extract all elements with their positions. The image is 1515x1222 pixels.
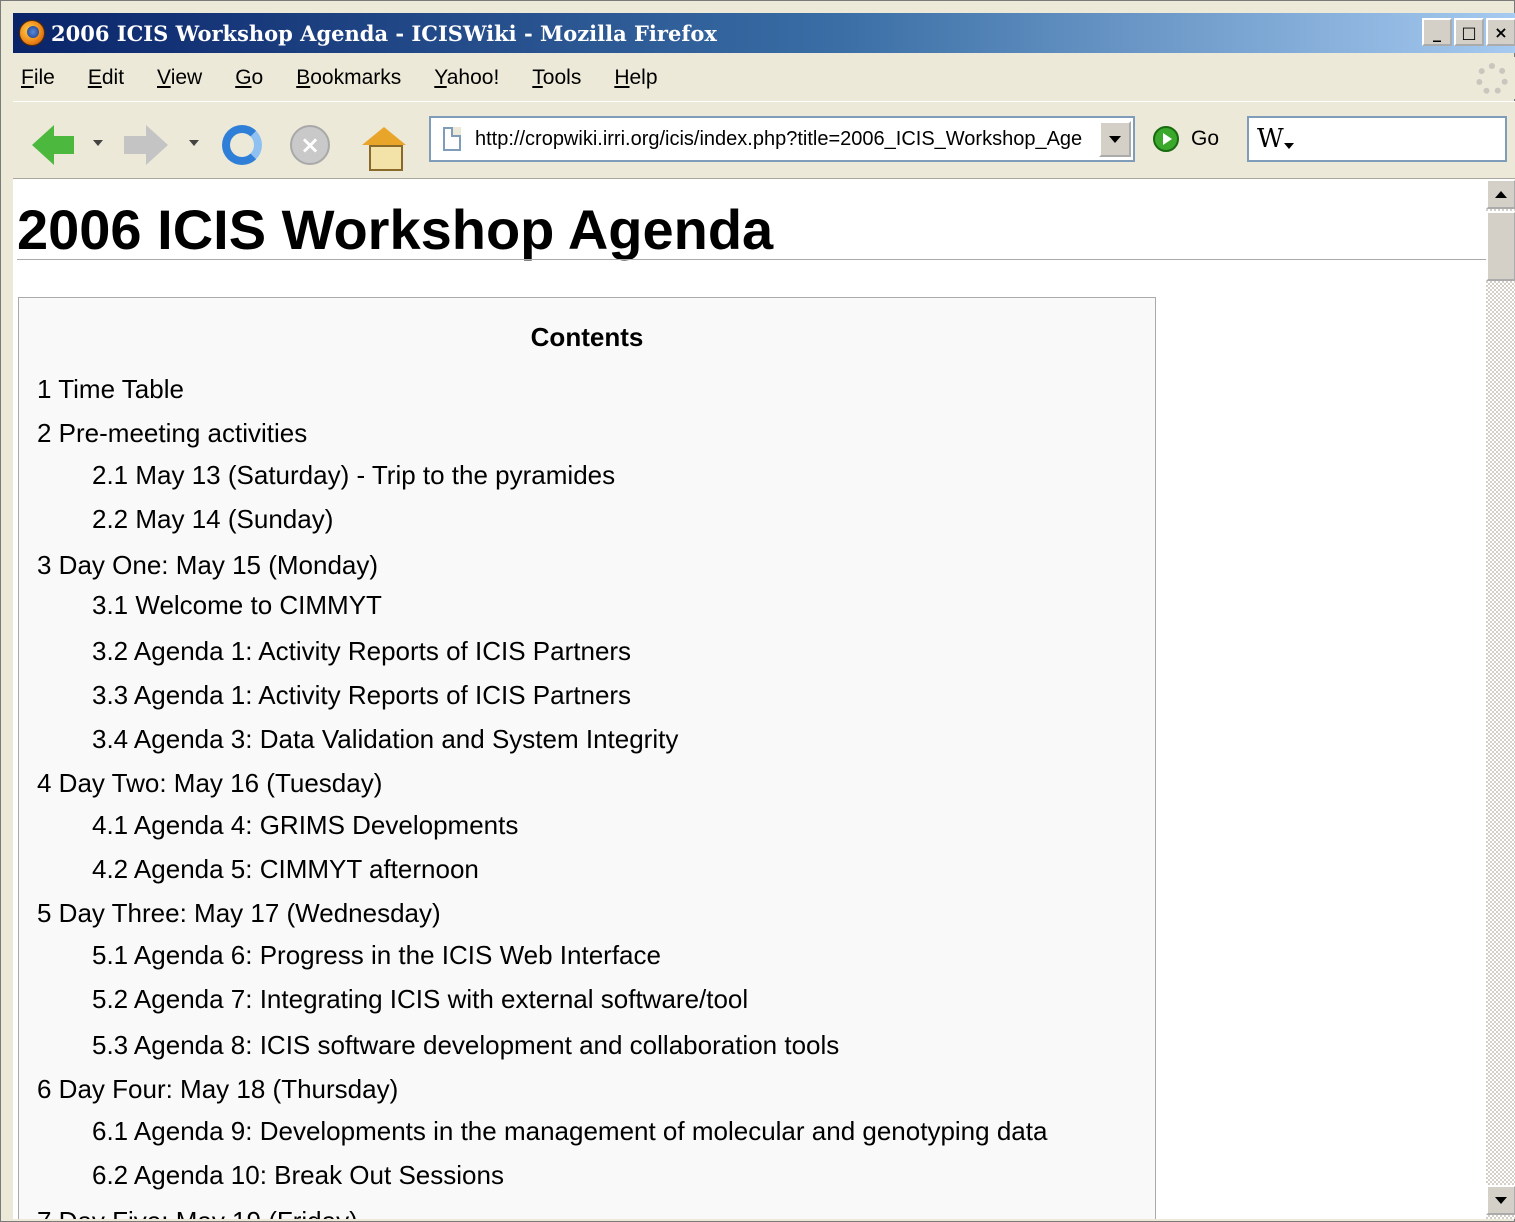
toc-item[interactable]: 6.2 Agenda 10: Break Out Sessions	[92, 1160, 504, 1191]
title-bar[interactable]: 2006 ICIS Workshop Agenda - ICISWiki - M…	[13, 13, 1515, 53]
toc-item[interactable]: 2.2 May 14 (Sunday)	[92, 504, 333, 535]
window-title: 2006 ICIS Workshop Agenda - ICISWiki - M…	[51, 20, 717, 46]
forward-icon	[124, 125, 168, 165]
search-box[interactable]: W	[1247, 116, 1507, 162]
menu-go[interactable]: Go	[235, 66, 263, 90]
menu-yahoo[interactable]: Yahoo!	[434, 66, 499, 90]
toc-item[interactable]: 7 Day Five: May 19 (Friday)	[37, 1206, 358, 1219]
maximize-button[interactable]: □	[1454, 18, 1484, 46]
forward-history-dropdown[interactable]	[189, 140, 199, 146]
toc-item[interactable]: 4.2 Agenda 5: CIMMYT afternoon	[92, 854, 479, 885]
go-button[interactable]: Go	[1153, 126, 1219, 152]
stop-icon: ×	[290, 125, 330, 165]
title-divider	[17, 259, 1486, 260]
back-icon	[32, 125, 74, 165]
toc-item[interactable]: 5.3 Agenda 8: ICIS software development …	[92, 1030, 839, 1061]
scroll-up-button[interactable]	[1486, 179, 1515, 209]
back-history-dropdown[interactable]	[93, 140, 103, 146]
toc-item[interactable]: 1 Time Table	[37, 374, 184, 405]
wikipedia-icon[interactable]: W	[1257, 124, 1284, 154]
toc-item[interactable]: 5.1 Agenda 6: Progress in the ICIS Web I…	[92, 940, 661, 971]
go-icon	[1153, 126, 1179, 152]
browser-window: 2006 ICIS Workshop Agenda - ICISWiki - M…	[0, 0, 1515, 1222]
close-button[interactable]: ×	[1486, 18, 1515, 46]
home-button[interactable]	[361, 122, 407, 171]
menu-edit[interactable]: Edit	[88, 66, 124, 90]
address-bar[interactable]: http://cropwiki.irri.org/icis/index.php?…	[429, 116, 1135, 162]
back-button[interactable]	[29, 122, 75, 168]
toc-item[interactable]: 3.1 Welcome to CIMMYT	[92, 590, 382, 621]
url-input[interactable]: http://cropwiki.irri.org/icis/index.php?…	[475, 128, 1083, 151]
toc-item[interactable]: 6 Day Four: May 18 (Thursday)	[37, 1074, 398, 1105]
toc-item[interactable]: 5 Day Three: May 17 (Wednesday)	[37, 898, 441, 929]
page-title: 2006 ICIS Workshop Agenda	[17, 198, 774, 261]
navigation-toolbar: × http://cropwiki.irri.org/icis/index.ph…	[13, 101, 1515, 179]
search-engine-dropdown-icon[interactable]	[1283, 143, 1294, 149]
home-icon	[362, 127, 406, 171]
firefox-icon	[19, 20, 45, 46]
page-content: 2006 ICIS Workshop Agenda Contents 1 Tim…	[13, 179, 1486, 1219]
page-icon	[443, 127, 461, 151]
reload-button[interactable]	[219, 122, 265, 168]
toc-item[interactable]: 3.2 Agenda 1: Activity Reports of ICIS P…	[92, 636, 631, 667]
menu-file[interactable]: File	[21, 66, 55, 90]
menu-bar: File Edit View Go Bookmarks Yahoo! Tools…	[13, 57, 1515, 99]
scroll-thumb[interactable]	[1486, 211, 1515, 281]
toc-item[interactable]: 2 Pre-meeting activities	[37, 418, 307, 449]
toc-item[interactable]: 4.1 Agenda 4: GRIMS Developments	[92, 810, 518, 841]
throbber-icon	[1476, 63, 1508, 95]
toc-item[interactable]: 3.3 Agenda 1: Activity Reports of ICIS P…	[92, 680, 631, 711]
toc-item[interactable]: 3 Day One: May 15 (Monday)	[37, 550, 378, 581]
toc-item[interactable]: 5.2 Agenda 7: Integrating ICIS with exte…	[92, 984, 748, 1015]
toc-item[interactable]: 2.1 May 13 (Saturday) - Trip to the pyra…	[92, 460, 615, 491]
scroll-down-button[interactable]	[1486, 1185, 1515, 1215]
url-history-dropdown[interactable]	[1099, 121, 1131, 157]
forward-button[interactable]	[123, 122, 169, 168]
menu-view[interactable]: View	[157, 66, 202, 90]
menu-help[interactable]: Help	[614, 66, 657, 90]
stop-button[interactable]: ×	[287, 122, 333, 168]
go-label: Go	[1191, 127, 1220, 150]
menu-tools[interactable]: Tools	[532, 66, 581, 90]
window-controls: _ □ ×	[1422, 18, 1515, 46]
minimize-button[interactable]: _	[1422, 18, 1452, 46]
toc-item[interactable]: 6.1 Agenda 9: Developments in the manage…	[92, 1116, 1047, 1147]
menu-bookmarks[interactable]: Bookmarks	[296, 66, 401, 90]
toc-item[interactable]: 4 Day Two: May 16 (Tuesday)	[37, 768, 382, 799]
vertical-scrollbar[interactable]	[1486, 179, 1515, 1219]
reload-icon	[222, 125, 262, 165]
toc-heading: Contents	[530, 322, 644, 352]
table-of-contents: Contents 1 Time Table 2 Pre-meeting acti…	[18, 297, 1156, 1219]
toc-item[interactable]: 3.4 Agenda 3: Data Validation and System…	[92, 724, 678, 755]
